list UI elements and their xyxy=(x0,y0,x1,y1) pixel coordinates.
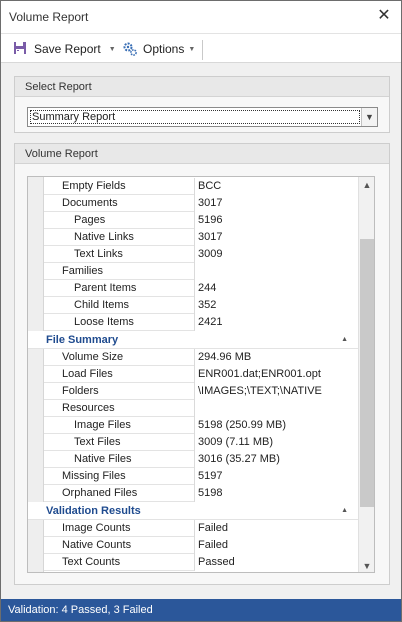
scrollbar-thumb[interactable] xyxy=(360,239,374,507)
report-select-value: Summary Report xyxy=(30,110,360,124)
grid-row[interactable]: Loose Items 2421 xyxy=(44,314,358,331)
select-report-group: Select Report Summary Report ▼ xyxy=(14,76,390,133)
collapse-icon[interactable]: ▲ xyxy=(341,502,348,520)
property-grid: Empty Fields BCC Documents 3017 Pages 51… xyxy=(27,176,375,573)
status-bar: Validation: 4 Passed, 3 Failed xyxy=(1,599,401,621)
volume-report-window: Volume Report ✕ Save Report ▼ Options ▼ … xyxy=(0,0,402,622)
chevron-down-icon[interactable]: ▼ xyxy=(361,108,377,126)
grid-row[interactable]: Native Files 3016 (35.27 MB) xyxy=(44,451,358,468)
grid-row[interactable]: Text Files 3009 (7.11 MB) xyxy=(44,434,358,451)
gear-icon xyxy=(122,41,140,57)
grid-row[interactable]: Text Counts Passed xyxy=(44,554,358,571)
options-label: Options xyxy=(143,42,185,56)
grid-row[interactable]: Child Items 352 xyxy=(44,297,358,314)
grid-row[interactable]: Text Links 3009 xyxy=(44,246,358,263)
grid-row[interactable]: Pages 5196 xyxy=(44,212,358,229)
chevron-down-icon: ▼ xyxy=(108,45,116,53)
volume-report-header: Volume Report xyxy=(15,144,389,164)
grid-row[interactable]: Resources xyxy=(44,400,358,417)
grid-row[interactable]: Families xyxy=(44,263,358,280)
grid-row[interactable]: Image Counts Failed xyxy=(44,520,358,537)
grid-row[interactable]: Missing Files 5197 xyxy=(44,468,358,485)
category-validation-results[interactable]: Validation Results ▲ xyxy=(28,502,358,520)
toolbar-separator xyxy=(202,40,203,60)
vertical-scrollbar[interactable]: ▲ ▼ xyxy=(358,177,374,572)
save-icon xyxy=(13,41,29,57)
volume-report-group: Volume Report Empty Fields BCC Documents… xyxy=(14,143,390,585)
select-report-header: Select Report xyxy=(15,77,389,97)
grid-row[interactable]: Empty Fields BCC xyxy=(44,178,358,195)
close-icon[interactable]: ✕ xyxy=(375,7,393,25)
chevron-down-icon[interactable]: ▼ xyxy=(359,558,374,572)
save-report-label: Save Report xyxy=(34,42,101,56)
grid-row[interactable]: Volume Size 294.96 MB xyxy=(44,349,358,366)
grid-row[interactable]: Image Files 5198 (250.99 MB) xyxy=(44,417,358,434)
save-report-button[interactable]: Save Report ▼ xyxy=(13,39,116,59)
category-file-summary[interactable]: File Summary ▲ xyxy=(28,331,358,349)
grid-row[interactable]: Load Files ENR001.dat;ENR001.opt xyxy=(44,366,358,383)
grid-row[interactable]: Parent Items 244 xyxy=(44,280,358,297)
chevron-up-icon[interactable]: ▲ xyxy=(359,177,374,193)
title-bar: Volume Report ✕ xyxy=(1,1,401,33)
chevron-down-icon: ▼ xyxy=(188,45,196,53)
content-area: Select Report Summary Report ▼ Volume Re… xyxy=(1,63,401,599)
collapse-icon[interactable]: ▲ xyxy=(341,331,348,349)
report-select[interactable]: Summary Report ▼ xyxy=(27,107,378,127)
grid-row[interactable]: Folders \IMAGES;\TEXT;\NATIVE xyxy=(44,383,358,400)
options-button[interactable]: Options ▼ xyxy=(122,39,195,59)
grid-row[interactable]: Documents 3017 xyxy=(44,195,358,212)
grid-row[interactable]: Orphaned Files 5198 xyxy=(44,485,358,502)
grid-row[interactable]: Native Counts Failed xyxy=(44,537,358,554)
window-title: Volume Report xyxy=(9,10,89,24)
grid-row[interactable]: Native Links 3017 xyxy=(44,229,358,246)
toolbar: Save Report ▼ Options ▼ xyxy=(1,33,401,63)
